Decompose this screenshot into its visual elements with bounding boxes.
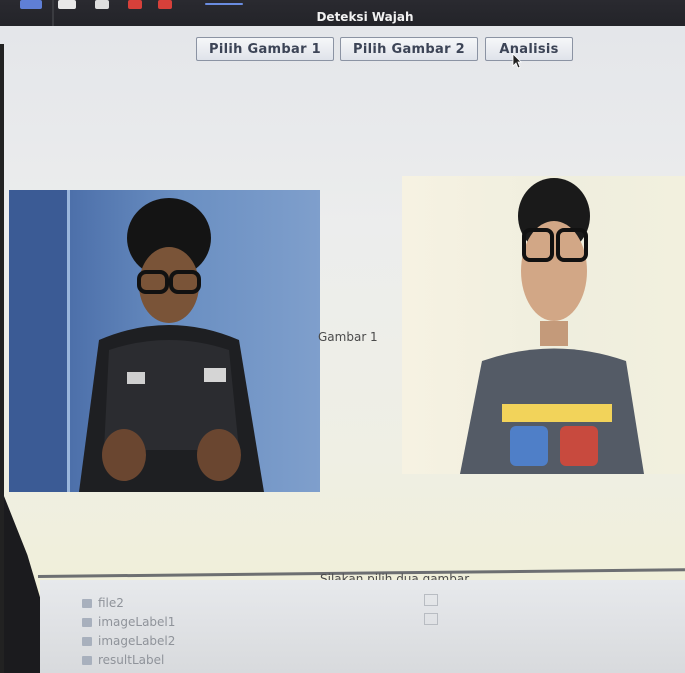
image-panel-1 [9, 190, 320, 492]
component-icon [82, 656, 92, 665]
pick-image-2-button[interactable]: Pilih Gambar 2 [340, 37, 478, 61]
screen-edge [0, 44, 4, 673]
image-panel-2 [402, 176, 685, 474]
navigator-item[interactable]: resultLabel [82, 653, 164, 667]
layout-icon[interactable] [424, 594, 438, 606]
pick-image-1-button[interactable]: Pilih Gambar 1 [196, 37, 334, 61]
component-icon [82, 618, 92, 627]
navigator-item-label: imageLabel1 [98, 615, 176, 629]
taskbar-app-icon[interactable] [95, 0, 109, 9]
navigator-item-label: resultLabel [98, 653, 165, 667]
photo-1 [9, 190, 264, 492]
component-navigator: file2 imageLabel1 imageLabel2 resultLabe… [40, 580, 685, 673]
navigator-item[interactable]: imageLabel2 [82, 634, 175, 648]
taskbar-app-icon[interactable] [128, 0, 142, 9]
mouse-cursor-icon [512, 53, 522, 69]
analyze-button[interactable]: Analisis [485, 37, 573, 61]
taskbar-active-indicator [205, 3, 243, 5]
image-caption-label: Gambar 1 [318, 330, 378, 344]
navigator-item-label: imageLabel2 [98, 634, 176, 648]
navigator-item-label: file2 [98, 596, 124, 610]
component-icon [82, 599, 92, 608]
component-icon [82, 637, 92, 646]
navigator-item[interactable]: file2 [82, 596, 124, 610]
photo-2 [460, 178, 644, 474]
layout-icon[interactable] [424, 613, 438, 625]
taskbar-app-icon[interactable] [20, 0, 42, 9]
taskbar-app-icon[interactable] [58, 0, 76, 9]
taskbar-app-icon[interactable] [158, 0, 172, 9]
navigator-item[interactable]: imageLabel1 [82, 615, 175, 629]
window-title: Deteksi Wajah [316, 10, 414, 24]
